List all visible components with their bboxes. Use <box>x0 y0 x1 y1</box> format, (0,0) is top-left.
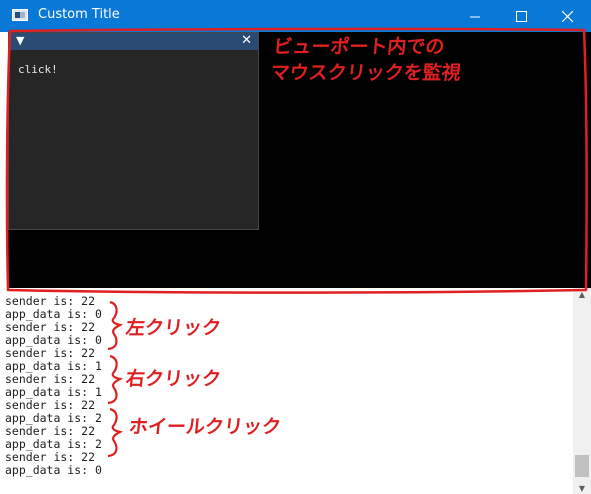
imgui-click-text: click! <box>18 63 58 76</box>
annotation-viewport-line1: ビューポート内での <box>272 36 446 58</box>
annotation-viewport-line2: マウスクリックを監視 <box>269 62 462 84</box>
annotation-left-click: 左クリック <box>124 317 223 339</box>
minimize-icon <box>470 16 480 17</box>
collapse-arrow-icon[interactable]: ▼ <box>16 34 24 47</box>
window-titlebar[interactable]: Custom Title <box>0 0 591 32</box>
console-output: sender is: 22 app_data is: 0 sender is: … <box>0 288 573 494</box>
maximize-button[interactable] <box>498 0 544 32</box>
imgui-window[interactable]: ▼ ✕ click! <box>8 32 259 230</box>
imgui-close-icon[interactable]: ✕ <box>241 33 252 48</box>
minimize-button[interactable] <box>452 0 498 32</box>
scroll-down-icon[interactable]: ▼ <box>573 484 591 493</box>
scroll-thumb[interactable] <box>575 455 589 477</box>
close-button[interactable] <box>544 0 590 32</box>
console-scrollbar[interactable]: ▲ ▼ <box>573 288 591 494</box>
console-line: app_data is: 0 <box>5 463 102 477</box>
annotation-viewport-text: ビューポート内での マウスクリックを監視 <box>269 34 464 86</box>
close-icon <box>561 10 573 23</box>
imgui-titlebar[interactable]: ▼ ✕ <box>9 33 258 50</box>
annotation-right-click: 右クリック <box>124 368 223 390</box>
annotation-wheel-click: ホイールクリック <box>127 416 283 438</box>
maximize-icon <box>515 11 527 22</box>
console-lines: sender is: 22 app_data is: 0 sender is: … <box>5 295 102 477</box>
scroll-up-icon[interactable]: ▲ <box>573 290 591 299</box>
window-title: Custom Title <box>38 7 120 22</box>
app-icon <box>12 9 28 21</box>
